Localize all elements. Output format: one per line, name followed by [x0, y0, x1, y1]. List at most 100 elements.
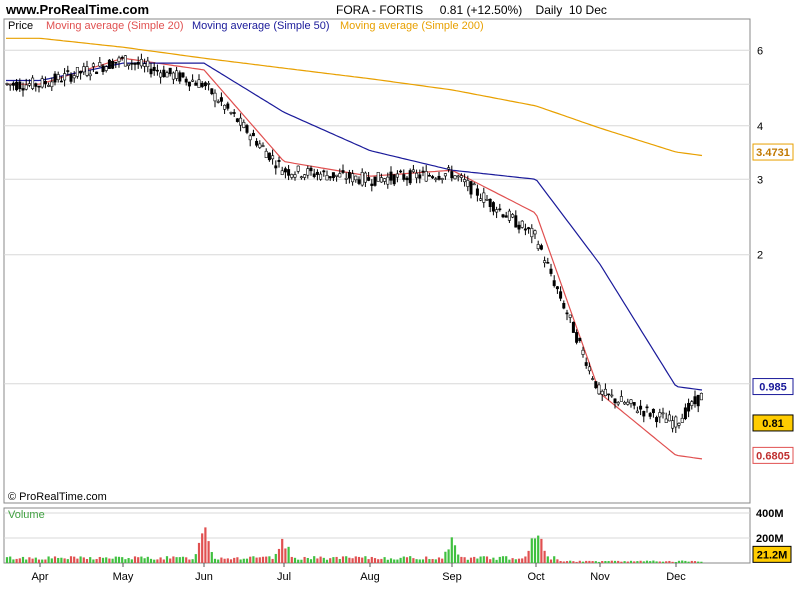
volume-bar — [351, 558, 354, 563]
candle-body — [418, 174, 422, 179]
candle-body — [322, 170, 326, 173]
volume-bar — [591, 561, 594, 563]
candle-body — [69, 74, 73, 82]
candle-body — [677, 422, 681, 426]
candle-body — [18, 81, 22, 90]
volume-bar — [274, 553, 277, 563]
candle-body — [127, 63, 131, 66]
candle-body — [75, 67, 79, 77]
volume-bar — [287, 546, 290, 563]
candle-body — [472, 183, 476, 186]
candle-body — [165, 72, 169, 78]
candle-body — [203, 82, 207, 87]
volume-bar — [57, 557, 60, 563]
x-tick-label: Oct — [527, 571, 544, 583]
volume-bar — [34, 557, 37, 563]
candle-body — [162, 69, 166, 77]
candle-body — [671, 420, 675, 429]
volume-bar — [281, 538, 284, 563]
candle-body — [219, 97, 223, 102]
candle-body — [210, 88, 214, 95]
price-badge-label: 0.6805 — [756, 450, 790, 462]
volume-bar — [581, 561, 585, 563]
y-tick-label: 2 — [757, 250, 763, 262]
volume-bar — [233, 557, 236, 563]
candle-body — [456, 175, 460, 178]
volume-bar — [681, 560, 684, 563]
volume-bar — [604, 561, 607, 563]
volume-bar — [181, 556, 185, 563]
candle-body — [699, 392, 703, 401]
candle-body — [251, 132, 255, 137]
volume-bar — [194, 554, 197, 563]
price-badge-label: 3.4731 — [756, 147, 790, 159]
candle-body — [315, 171, 319, 175]
volume-bar — [5, 557, 9, 563]
candle-body — [693, 396, 697, 405]
volume-bar — [482, 556, 485, 563]
volume-bar — [460, 556, 463, 563]
candle-body — [152, 66, 156, 71]
volume-bar — [357, 556, 361, 563]
candle-body — [466, 180, 470, 187]
volume-bar — [127, 558, 130, 563]
volume-bar — [76, 558, 79, 563]
volume-bar — [220, 557, 223, 563]
candle-body — [360, 172, 364, 186]
candle-body — [415, 172, 419, 179]
volume-bar — [66, 559, 69, 563]
candle-body — [629, 399, 633, 404]
volume-bar — [617, 560, 620, 563]
x-tick-label: Aug — [360, 571, 380, 583]
candle-body — [95, 71, 99, 75]
volume-bar — [185, 557, 188, 563]
candle-body — [299, 176, 303, 179]
volume-bar — [466, 559, 469, 563]
volume-bar — [559, 560, 562, 563]
candle-body — [139, 59, 143, 67]
candle-body — [149, 68, 153, 75]
candle-body — [511, 214, 515, 218]
candle-body — [591, 378, 595, 380]
candle-body — [424, 171, 428, 182]
candle-body — [328, 176, 332, 179]
volume-bar — [553, 556, 556, 563]
volume-bar — [655, 561, 658, 563]
volume-bar — [178, 557, 181, 563]
volume-bar — [354, 556, 357, 563]
volume-bar — [620, 561, 623, 563]
volume-bar — [277, 548, 281, 563]
price-badge-label: 0.985 — [759, 382, 787, 394]
candle-body — [613, 398, 617, 404]
candle-body — [331, 172, 335, 179]
volume-bar — [28, 557, 31, 563]
volume-bar — [396, 559, 399, 563]
candle-body — [187, 81, 191, 87]
volume-bar — [642, 561, 645, 563]
candle-body — [475, 188, 479, 196]
volume-bar — [495, 559, 498, 563]
candle-body — [610, 394, 614, 397]
volume-bar — [533, 538, 537, 563]
volume-bar — [578, 560, 581, 563]
volume-bar — [332, 557, 335, 563]
volume-bar — [453, 545, 457, 563]
volume-bar — [37, 559, 41, 563]
candle-body — [626, 401, 630, 405]
volume-bar — [207, 541, 210, 563]
candle-body — [319, 173, 323, 180]
candle-body — [498, 208, 502, 211]
volume-bar — [428, 559, 431, 563]
candle-body — [293, 174, 297, 178]
candle-body — [226, 103, 230, 109]
volume-bar — [9, 556, 12, 563]
candle-body — [303, 174, 307, 178]
candle-body — [11, 82, 15, 86]
candle-body — [175, 70, 179, 79]
candle-body — [296, 165, 300, 172]
volume-bar — [677, 560, 681, 563]
volume-bar — [322, 557, 325, 563]
volume-bar — [85, 558, 89, 563]
candle-body — [239, 117, 243, 126]
volume-bar — [111, 558, 114, 563]
